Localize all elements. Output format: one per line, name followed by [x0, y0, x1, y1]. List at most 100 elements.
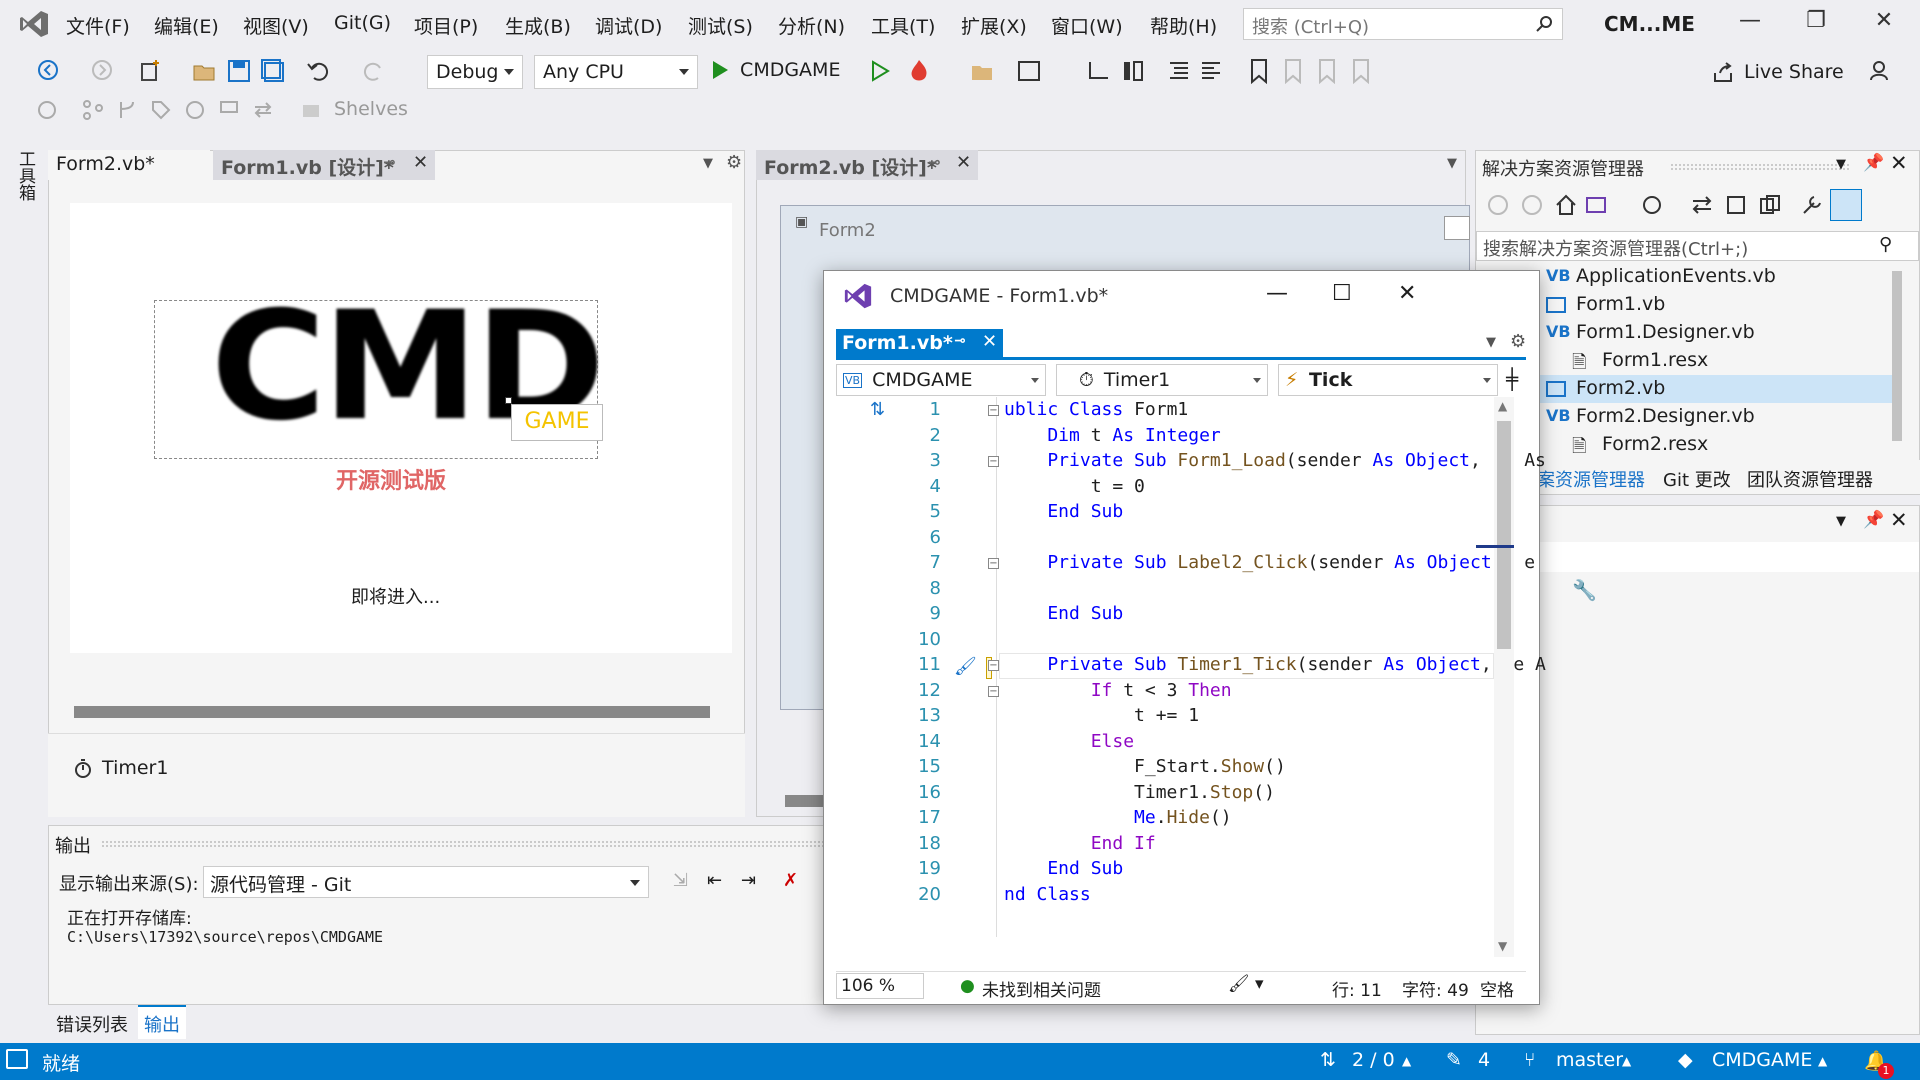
horizontal-scrollbar[interactable]	[74, 706, 710, 718]
menu-item[interactable]: 分析(N)	[778, 12, 845, 39]
entering-label[interactable]: 即将进入...	[351, 583, 440, 609]
pending-changes-icon[interactable]	[1640, 193, 1664, 217]
prev-bookmark-icon[interactable]	[1282, 58, 1304, 84]
menu-item[interactable]: 扩展(X)	[961, 12, 1027, 39]
issues-label[interactable]: 未找到相关问题	[982, 976, 1101, 1001]
fold-toggle[interactable]: −	[988, 405, 999, 416]
close-tab-icon[interactable]: ✕	[982, 331, 997, 352]
menu-item[interactable]: 工具(T)	[871, 12, 935, 39]
properties-object-select[interactable]	[1476, 542, 1919, 572]
scroll-thumb[interactable]	[1497, 421, 1511, 649]
pin-icon[interactable]: 📌	[1863, 510, 1884, 530]
menu-item[interactable]: 调试(D)	[595, 12, 662, 39]
repo-name[interactable]: CMDGAME	[1712, 1049, 1812, 1071]
hot-reload-icon[interactable]	[906, 58, 932, 84]
subtitle-label[interactable]: 开源测试版	[336, 463, 446, 495]
scroll-up-icon[interactable]: ▲	[1498, 399, 1507, 413]
fold-toggle[interactable]: −	[988, 456, 999, 467]
code-line[interactable]: 6	[836, 527, 1526, 553]
code-line[interactable]: 8	[836, 578, 1526, 604]
history-icon[interactable]	[36, 99, 58, 121]
code-window-maximize-button[interactable]: ☐	[1332, 281, 1352, 306]
code-line[interactable]: 11 Private Sub Timer1_Tick(sender As Obj…	[836, 654, 1546, 680]
menu-item[interactable]: 项目(P)	[414, 12, 478, 39]
code-line[interactable]: 14 Else	[836, 731, 1526, 757]
resize-handle[interactable]	[505, 397, 512, 404]
window-layout-icon[interactable]	[1016, 58, 1042, 84]
code-cleanup-brush-icon[interactable]: 🖌 ▾	[1228, 974, 1264, 994]
solution-search-input[interactable]: 搜索解决方案资源管理器(Ctrl+;) ⚲	[1476, 231, 1919, 261]
prev-message-icon[interactable]: ⇤	[707, 870, 722, 891]
menu-item[interactable]: 帮助(H)	[1150, 12, 1217, 39]
notification-box-icon[interactable]	[6, 1049, 28, 1069]
pending-edits[interactable]: 4	[1478, 1049, 1490, 1071]
code-line[interactable]: 12 If t < 3 Then	[836, 680, 1526, 706]
pull-request-icon[interactable]	[218, 99, 240, 121]
code-line[interactable]: 16 Timer1.Stop()	[836, 782, 1526, 808]
menu-item[interactable]: 文件(F)	[66, 12, 130, 39]
code-line[interactable]: 15 F_Start.Show()	[836, 756, 1526, 782]
line-info[interactable]: 行: 11	[1332, 976, 1382, 1001]
menu-item[interactable]: 生成(B)	[505, 12, 571, 39]
undo-icon[interactable]	[306, 58, 332, 84]
code-line[interactable]: 7 Private Sub Label2_Click(sender As Obj…	[836, 552, 1536, 578]
commit-count[interactable]: 2 / 0	[1352, 1049, 1395, 1071]
pin-icon[interactable]: ⊸	[383, 153, 396, 171]
home-icon[interactable]	[1554, 193, 1578, 217]
solution-folder-icon[interactable]	[970, 58, 996, 84]
preview-selected-button[interactable]	[1830, 189, 1862, 221]
tab-form1-code[interactable]: Form1.vb* ⊸ ✕	[836, 329, 1003, 359]
forward-icon[interactable]	[90, 58, 114, 82]
split-window-icon[interactable]: ╪	[1506, 367, 1518, 391]
branch-name[interactable]: master	[1556, 1049, 1623, 1071]
tab-overflow-icon[interactable]: ▼	[1447, 156, 1457, 171]
menu-item[interactable]: 视图(V)	[243, 12, 309, 39]
code-editor[interactable]: ⇅ 🖌 1 ublic Class Form1 2 Dim t As Integer…	[836, 397, 1546, 962]
code-line[interactable]: 3 Private Sub Form1_Load(sender As Objec…	[836, 450, 1546, 476]
sync-icon[interactable]	[1690, 193, 1714, 217]
dropdown-up-icon[interactable]: ▲	[1818, 1054, 1827, 1068]
game-label[interactable]: GAME	[511, 404, 603, 441]
next-bookmark-icon[interactable]	[1316, 58, 1338, 84]
tab-form2-vb[interactable]: Form2.vb*	[48, 150, 210, 180]
show-all-files-icon[interactable]	[1758, 193, 1782, 217]
code-line[interactable]: 20 nd Class	[836, 884, 1526, 910]
tab-error-list[interactable]: 错误列表	[56, 1011, 128, 1037]
tab-form2-design[interactable]: Form2.vb [设计]* ⊸ ✕	[756, 150, 978, 180]
next-message-icon[interactable]: ⇥	[741, 870, 756, 891]
toolbox-strip[interactable]: 工具箱	[0, 140, 40, 1040]
form2-scroll-thumb[interactable]	[785, 795, 825, 807]
close-tab-icon[interactable]: ✕	[956, 152, 971, 173]
code-line[interactable]: 4 t = 0	[836, 476, 1526, 502]
tab-overflow-icon[interactable]: ▼	[1486, 335, 1496, 350]
properties-wrench-icon[interactable]	[1800, 193, 1824, 217]
dropdown-icon[interactable]: ▼	[1836, 514, 1846, 529]
tab-form1-design[interactable]: Form1.vb [设计]* ⊸ ✕	[213, 150, 435, 180]
fold-toggle[interactable]: −	[988, 558, 999, 569]
code-line[interactable]: 13 t += 1	[836, 705, 1526, 731]
timeline-icon[interactable]	[184, 99, 206, 121]
dropdown-icon[interactable]: ▼	[1836, 157, 1846, 172]
new-project-icon[interactable]	[138, 58, 164, 84]
fold-toggle[interactable]: −	[988, 685, 999, 697]
tab-overflow-icon[interactable]: ▼	[703, 156, 713, 171]
dropdown-up-icon[interactable]: ▲	[1622, 1054, 1631, 1068]
event-nav-select[interactable]: ⚡ Tick	[1278, 364, 1498, 396]
code-window-titlebar[interactable]: CMDGAME - Form1.vb* — ☐ ✕	[824, 271, 1539, 321]
shelves-label[interactable]: Shelves	[334, 98, 408, 120]
step-icon[interactable]	[1086, 58, 1112, 84]
close-icon[interactable]: ✕	[1890, 151, 1908, 175]
feedback-icon[interactable]	[1868, 58, 1894, 84]
tag-icon[interactable]	[150, 99, 172, 121]
code-window-close-button[interactable]: ✕	[1398, 281, 1416, 306]
uncomment-icon[interactable]	[1198, 58, 1224, 84]
start-debug-button[interactable]: CMDGAME	[710, 58, 840, 88]
close-icon[interactable]: ✕	[1890, 508, 1908, 532]
menu-item[interactable]: 窗口(W)	[1051, 12, 1123, 39]
project-nav-select[interactable]: VB CMDGAME	[836, 364, 1046, 396]
code-line[interactable]: 2 Dim t As Integer	[836, 425, 1526, 451]
collapse-all-icon[interactable]	[1724, 193, 1748, 217]
close-tab-icon[interactable]: ✕	[413, 152, 428, 173]
sync-icon[interactable]	[252, 99, 274, 121]
menu-item[interactable]: Git(G)	[334, 12, 391, 34]
